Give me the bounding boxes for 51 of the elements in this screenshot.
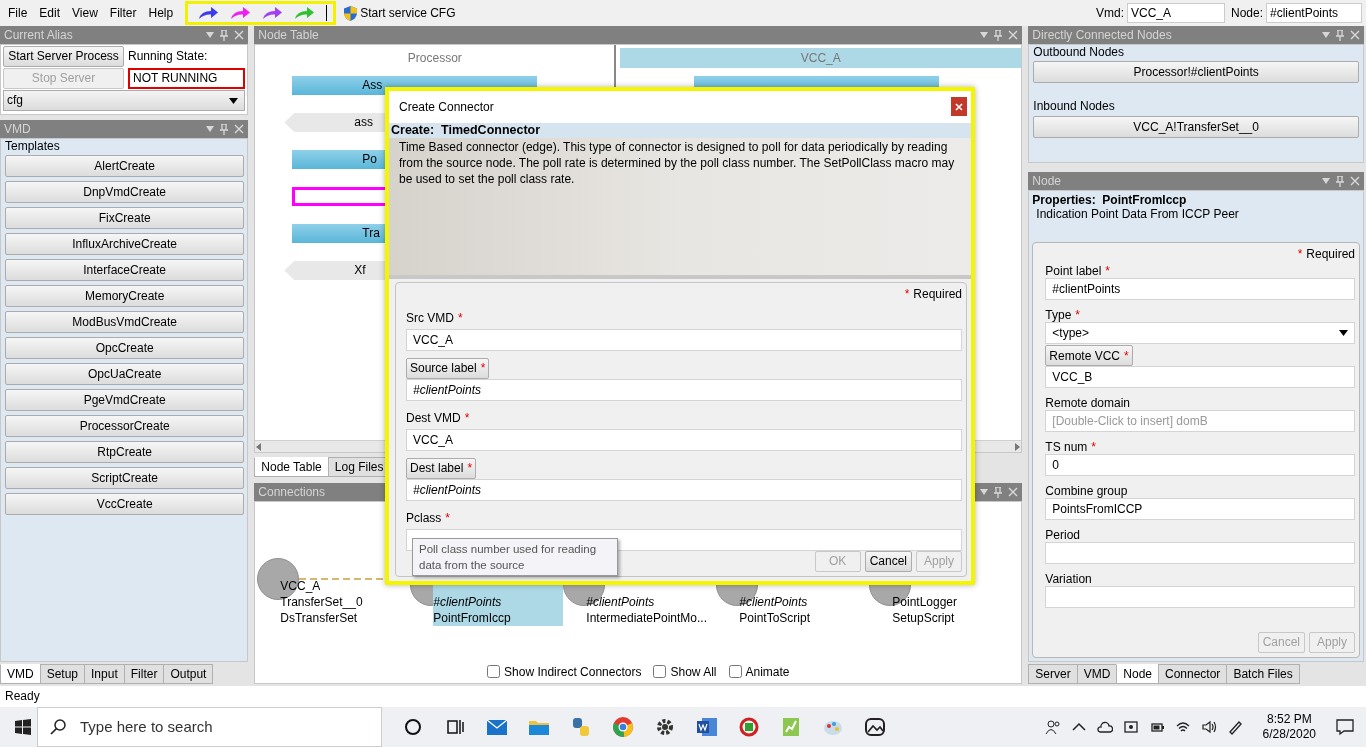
clock-time: 8:52 PM	[1266, 712, 1312, 727]
required-note: Required	[1306, 247, 1355, 262]
field-label: Remote domain	[1045, 396, 1130, 411]
state-display: NOT RUNNING	[128, 68, 246, 89]
node-vmd: VCC_A	[280, 578, 322, 594]
column-header: Processor	[406, 49, 463, 67]
panel-title: Current Alias	[4, 27, 73, 43]
field-label: TS num *	[1045, 440, 1096, 455]
dialog-title: Create Connector	[399, 99, 495, 115]
node-description: Indication Point Data From ICCP Peer	[1035, 207, 1240, 222]
panel-title: Directly Connected Nodes	[1032, 27, 1172, 43]
node-type: DsTransferSet	[280, 610, 359, 626]
field-label: Variation	[1045, 572, 1092, 587]
section-label: Outbound Nodes	[1032, 45, 1126, 60]
tooltip: Poll class number used for reading data from the source	[412, 538, 618, 576]
panel-title: Node	[1032, 173, 1061, 189]
dialog-description: Time Based connector (edge). This type of connector is designed to poll for data periodically by reading from the source node. The poll rate is determined by the poll class number. The SetPollClass macro may be used to set the poll class rate.	[389, 137, 971, 279]
field-label: Node:	[1230, 5, 1264, 21]
properties-heading: Properties: PointFromIccp	[1032, 193, 1188, 208]
node-type: PointToScript	[739, 610, 810, 626]
node-point: #clientPoints	[433, 594, 503, 610]
field-label: Combine group	[1045, 484, 1128, 499]
node-type: SetupScript	[892, 610, 956, 626]
checkbox-label: Animate	[745, 664, 790, 680]
checkbox-label: Show All	[670, 664, 717, 680]
node-point: PointLogger	[892, 594, 957, 610]
panel-title: VMD	[4, 121, 31, 137]
field-label: Period	[1045, 528, 1080, 543]
column-header: VCC_A	[620, 48, 1022, 68]
node-type: PointFromIccp	[433, 610, 512, 626]
required-marker: *	[1297, 247, 1303, 262]
required-marker: *	[904, 286, 910, 301]
section-label: Inbound Nodes	[1032, 99, 1116, 114]
field-label: Dest VMD *	[406, 411, 470, 426]
field-label: Type *	[1045, 308, 1080, 323]
field-label: Point label *	[1045, 264, 1110, 279]
clock-date: 6/28/2020	[1262, 727, 1316, 742]
field-label: Src VMD *	[406, 311, 463, 326]
node-point: #clientPoints	[586, 594, 656, 610]
field-label: Vmd:	[1095, 5, 1125, 21]
node-type: IntermediatePointMo...	[586, 610, 708, 626]
field-label: Pclass *	[406, 511, 450, 526]
state-label: Running State:	[128, 49, 208, 64]
panel-title: Node Table	[258, 27, 319, 43]
panel-title: Connections	[258, 484, 325, 500]
node-point: #clientPoints	[739, 594, 809, 610]
checkbox-label: Show Indirect Connectors	[504, 664, 642, 680]
node-point: TransferSet__0	[280, 594, 363, 610]
required-note: Required	[913, 286, 962, 301]
status-text: Ready	[5, 689, 40, 704]
section-label: Templates	[4, 139, 61, 154]
